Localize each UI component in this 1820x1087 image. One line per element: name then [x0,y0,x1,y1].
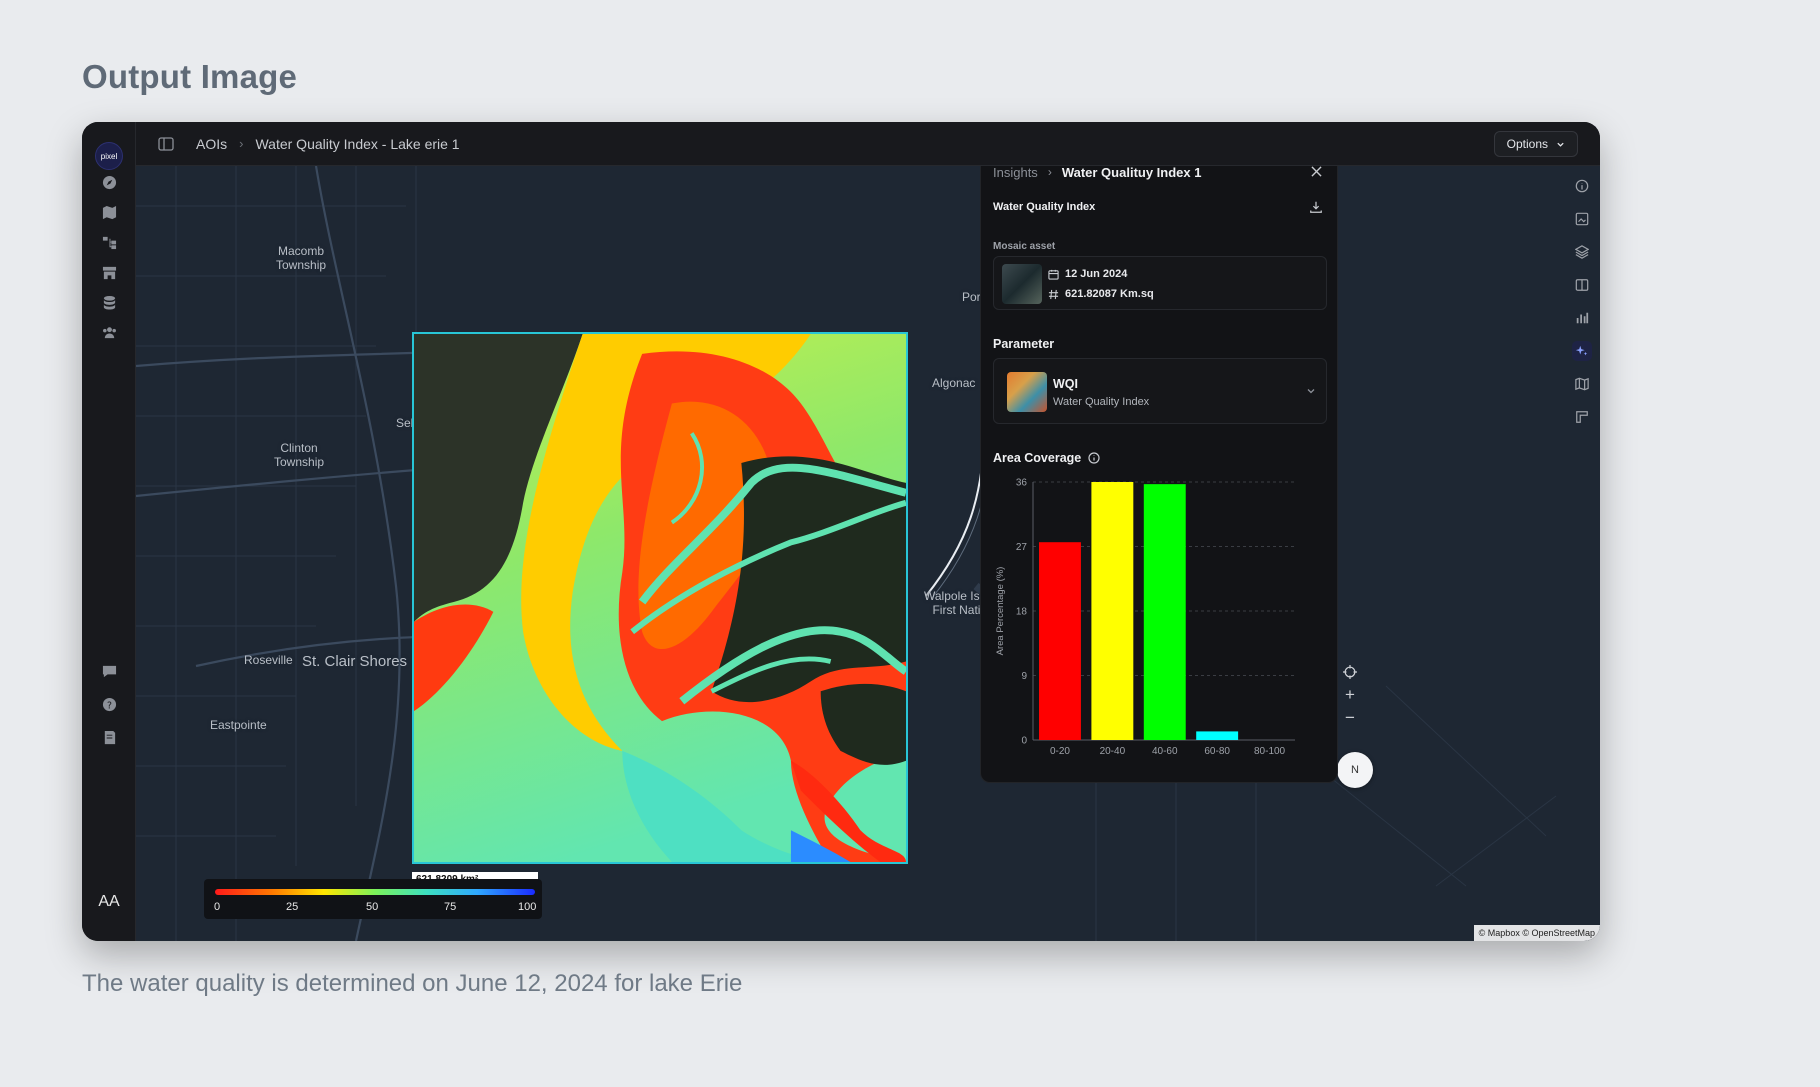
map-label-sel: Sel [396,416,414,430]
y-tick-label: 9 [1021,671,1027,682]
wqi-color-legend: 0 25 50 75 100 [204,879,542,919]
map-label-macomb: Macomb Township [276,244,327,272]
map-label-roseville: Roseville [244,653,293,667]
compass-button[interactable]: N [1337,752,1373,788]
measure-icon[interactable] [1572,407,1592,427]
mosaic-date: 12 Jun 2024 [1065,268,1128,280]
marketplace-nav-icon[interactable] [99,262,119,282]
svg-text:?: ? [107,700,112,711]
close-icon [1310,165,1322,177]
right-toolbar [1562,166,1600,941]
y-tick-label: 18 [1016,607,1028,618]
info-icon[interactable] [1088,452,1100,464]
y-tick-label: 0 [1021,736,1027,747]
legend-tick: 75 [444,901,457,913]
section-title: Water Quality Index [993,201,1096,213]
options-button[interactable]: Options [1493,131,1578,157]
parameter-thumbnail [1007,372,1047,412]
hash-icon [1048,289,1059,299]
parameter-select[interactable]: WQI Water Quality Index [993,358,1327,424]
map-label-clinton: Clinton Township [274,441,325,469]
zoom-out-button[interactable]: − [1340,708,1360,728]
mosaic-date-row: 12 Jun 2024 [1048,268,1127,280]
x-tick-label: 60-80 [1204,746,1230,757]
chart-bar-60-80 [1196,731,1239,740]
area-coverage-chart: 0 9 18 27 36 Area Percentage (%) 0-20 20-40 40-6… [995,478,1295,757]
x-tick-label: 0-20 [1050,746,1070,757]
map-view-icon[interactable] [1572,374,1592,394]
workflow-nav-icon[interactable] [99,232,119,252]
breadcrumb-current: Water Quality Index - Lake erie 1 [255,135,460,152]
y-axis-label: Area Percentage (%) [995,567,1006,656]
breadcrumb-chevron-icon: › [239,136,244,151]
mosaic-area-row: 621.82087 Km.sq [1048,288,1154,300]
map-nav-icon[interactable] [99,202,119,222]
page-caption: The water quality is determined on June … [82,970,743,997]
y-tick-label: 36 [1016,478,1028,489]
map-canvas[interactable]: Macomb Township Clinton Township Port La… [136,166,1600,941]
chart-bar-40-60 [1143,484,1186,740]
legend-tick: 50 [366,901,379,913]
panel-breadcrumb-current: Water Qualituy Index 1 [1061,164,1202,180]
chevron-down-icon [1557,142,1564,147]
calendar-icon [1048,269,1059,280]
download-button[interactable] [1309,200,1325,216]
docs-icon[interactable] [99,727,119,747]
options-label: Options [1506,137,1548,151]
legend-tick: 25 [286,901,299,913]
left-rail: pixel ? AA [82,122,136,941]
sidebar-toggle-icon[interactable] [158,136,174,151]
parameter-title: Parameter [993,337,1055,351]
user-avatar[interactable]: AA [95,888,123,916]
panel-breadcrumb-insights[interactable]: Insights [993,165,1038,180]
help-icon[interactable]: ? [99,694,119,714]
mosaic-asset-card[interactable]: 12 Jun 2024 621.82087 Km.sq [993,256,1327,310]
panel-chevron-icon: › [1047,165,1052,179]
chart-bar-0-20 [1039,542,1081,740]
page-heading: Output Image [82,58,298,95]
legend-tick: 100 [518,901,537,913]
mosaic-asset-label: Mosaic asset [993,241,1056,252]
insights-sparkle-icon[interactable] [1572,341,1592,361]
wqi-raster-overlay[interactable] [412,332,908,864]
analytics-icon[interactable] [1572,308,1592,328]
feedback-icon[interactable] [99,661,119,681]
insights-panel: Insights › Water Qualituy Index 1 Water … [980,151,1338,783]
legend-gradient [215,889,535,895]
chart-bar-20-40 [1091,482,1134,740]
breadcrumb-aois[interactable]: AOIs [196,136,227,152]
y-tick-label: 27 [1016,542,1028,553]
zoom-in-button[interactable]: + [1340,685,1360,705]
map-label-algonac: Algonac [932,376,976,390]
layers-icon[interactable] [1572,242,1592,262]
parameter-name: Water Quality Index [1053,396,1150,408]
map-label-eastpointe: Eastpointe [210,718,267,732]
top-bar: AOIs › Water Quality Index - Lake erie 1… [136,122,1600,166]
download-icon [1310,201,1322,213]
map-label-st-clair-shores: St. Clair Shores [302,653,408,670]
app-logo[interactable]: pixel [95,142,123,170]
x-tick-label: 80-100 [1254,746,1286,757]
legend-tick: 0 [214,901,221,913]
x-tick-label: 20-40 [1100,746,1126,757]
chevron-down-icon [1307,389,1315,394]
area-coverage-label: Area Coverage [993,451,1082,465]
storage-nav-icon[interactable] [99,292,119,312]
info-icon[interactable] [1572,176,1592,196]
split-view-icon[interactable] [1572,275,1592,295]
geolocate-icon[interactable] [1340,662,1360,682]
x-tick-label: 40-60 [1152,746,1178,757]
mosaic-thumbnail [1002,264,1042,304]
compass-nav-icon[interactable] [99,172,119,192]
image-layers-icon[interactable] [1572,209,1592,229]
parameter-code: WQI [1053,377,1078,391]
area-coverage-title: Area Coverage [993,451,1100,465]
app-window: pixel ? AA AOIs › Water Quality Index - … [82,122,1600,941]
team-nav-icon[interactable] [99,322,119,342]
mosaic-area: 621.82087 Km.sq [1065,288,1154,300]
